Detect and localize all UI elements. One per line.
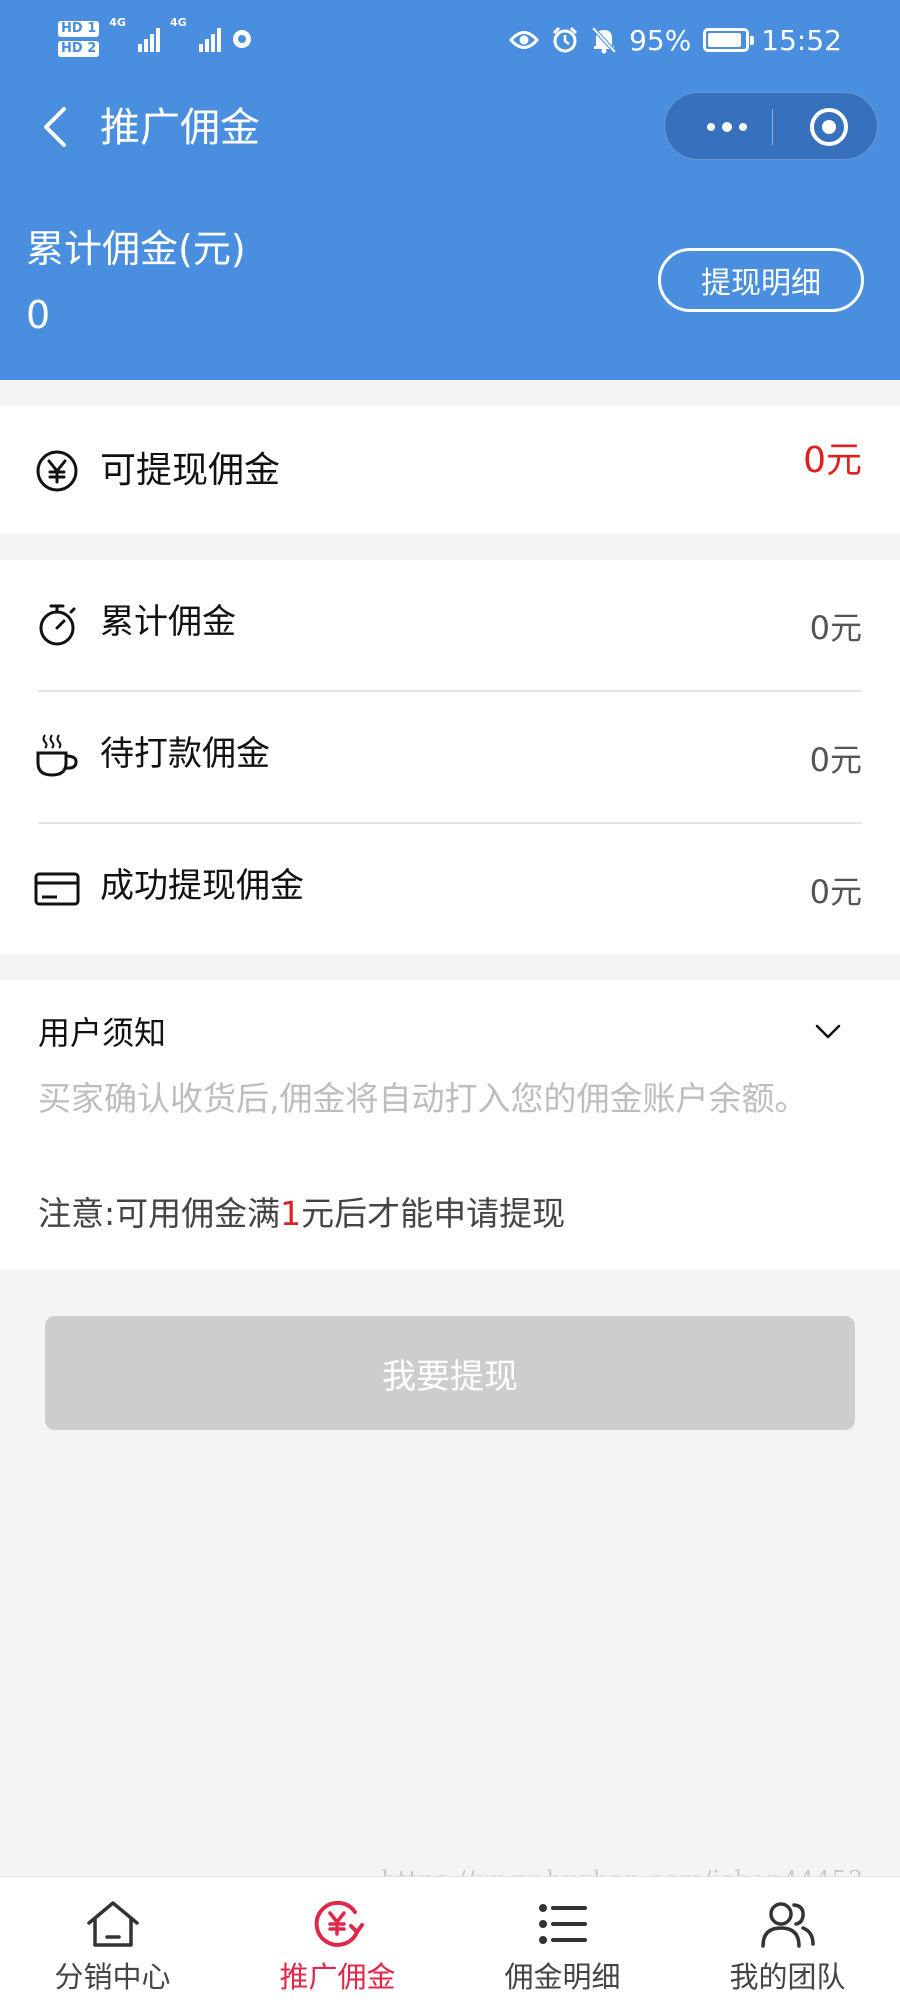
- available-commission-value: 0元: [803, 440, 862, 481]
- network2-label: 4G: [169, 16, 187, 29]
- eye-icon: [509, 31, 540, 49]
- tab-label: 我的团队: [729, 1960, 846, 1994]
- stopwatch-icon: [30, 598, 84, 652]
- withdraw-detail-button[interactable]: 提现明细: [658, 248, 864, 312]
- total-commission-label: 累计佣金(元): [26, 227, 246, 271]
- clock: 15:52: [761, 23, 842, 57]
- team-icon: [759, 1897, 817, 1951]
- more-dot-icon: [707, 123, 715, 131]
- tab-my-team[interactable]: 我的团队: [675, 1877, 900, 2000]
- notice-note-suffix: 元后才能申请提现: [301, 1194, 566, 1233]
- signal2-icon: [198, 26, 221, 52]
- status-bar-right: 95% 15:52: [509, 18, 842, 62]
- network1-label: 4G: [109, 16, 126, 29]
- chevron-left-icon: [44, 107, 66, 147]
- tab-label: 分销中心: [54, 1960, 171, 1994]
- coffee-cup-icon: [30, 728, 84, 782]
- stat-label: 待打款佣金: [100, 734, 270, 774]
- status-bar-left: HD 1 HD 2 4G 4G: [58, 16, 253, 62]
- stat-value: 0元: [809, 873, 862, 911]
- withdraw-button[interactable]: 我要提现: [45, 1316, 855, 1430]
- notice-toggle[interactable]: [808, 1012, 848, 1052]
- stat-label: 成功提现佣金: [100, 866, 304, 906]
- stat-value: 0元: [809, 741, 862, 779]
- available-commission-card[interactable]: 可提现佣金 0元: [0, 406, 900, 534]
- alarm-icon: [553, 26, 578, 53]
- mini-program-capsule: [664, 92, 878, 160]
- stat-row-pending[interactable]: 待打款佣金 0元: [0, 692, 900, 822]
- stat-value: 0元: [809, 609, 862, 647]
- home-icon: [84, 1897, 142, 1951]
- page-title: 推广佣金: [100, 105, 260, 151]
- capsule-divider: [772, 109, 773, 145]
- card-icon: [30, 862, 84, 916]
- sim-badges: HD 1 HD 2: [58, 21, 100, 57]
- signal1-icon: [137, 26, 160, 52]
- tab-distribution-center[interactable]: 分销中心: [0, 1877, 225, 2000]
- commission-stats-card: 累计佣金 0元 待打款佣金 0元 成功提现佣金 0元: [0, 560, 900, 954]
- commission-yen-icon: [309, 1897, 367, 1951]
- user-notice-card: 用户须知 买家确认收货后,佣金将自动打入您的佣金账户余额。 注意:可用佣金满1元…: [0, 980, 900, 1270]
- mute-bell-icon: [591, 26, 617, 54]
- target-circle-icon: [810, 108, 848, 146]
- stat-row-total[interactable]: 累计佣金 0元: [0, 560, 900, 690]
- status-bar: HD 1 HD 2 4G 4G 95% 15:52: [0, 0, 900, 80]
- total-commission-value: 0: [26, 293, 51, 337]
- stat-row-withdrawn[interactable]: 成功提现佣金 0元: [0, 824, 900, 954]
- notice-note: 注意:可用佣金满1元后才能申请提现: [38, 1190, 565, 1238]
- tab-label: 佣金明细: [504, 1960, 621, 1994]
- more-button[interactable]: [687, 93, 767, 161]
- tab-commission-detail[interactable]: 佣金明细: [450, 1877, 675, 2000]
- list-icon: [534, 1897, 592, 1951]
- sim2-badge: HD 2: [58, 41, 100, 57]
- notice-title: 用户须知: [38, 1014, 167, 1052]
- stat-label: 累计佣金: [100, 602, 236, 642]
- sync-icon: [232, 30, 251, 48]
- yen-circle-icon: [30, 444, 84, 498]
- tab-bar: 分销中心 推广佣金 佣金明细 我的团队: [0, 1876, 900, 2000]
- back-button[interactable]: [30, 102, 80, 152]
- navbar: 推广佣金: [0, 88, 900, 168]
- close-mini-program-button[interactable]: [789, 93, 869, 161]
- sim1-badge: HD 1: [58, 21, 100, 37]
- notice-note-amount: 1: [280, 1194, 302, 1233]
- available-commission-label: 可提现佣金: [100, 450, 281, 491]
- header: HD 1 HD 2 4G 4G 95% 15:52 推广佣金 累计佣金(元) 0…: [0, 0, 900, 380]
- battery-percent: 95%: [629, 23, 692, 57]
- battery-icon: [703, 28, 755, 52]
- chevron-down-icon: [815, 1024, 841, 1039]
- notice-text: 买家确认收货后,佣金将自动打入您的佣金账户余额。: [38, 1079, 808, 1118]
- tab-commission[interactable]: 推广佣金: [225, 1877, 450, 2000]
- more-dot-icon: [739, 123, 747, 131]
- tab-label: 推广佣金: [279, 1960, 396, 1994]
- notice-note-prefix: 注意:可用佣金满: [38, 1194, 281, 1233]
- more-dot-icon: [722, 122, 732, 132]
